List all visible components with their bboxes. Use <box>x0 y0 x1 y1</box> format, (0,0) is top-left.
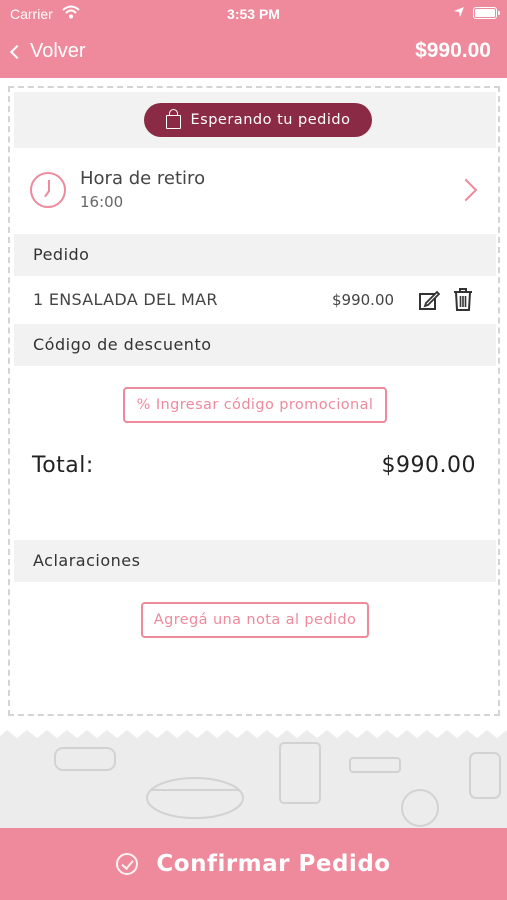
notes-section-header: Aclaraciones <box>14 540 496 582</box>
confirm-order-label: Confirmar Pedido <box>156 851 391 877</box>
navigation-bar: Volver $990.00 <box>0 34 507 70</box>
edit-icon[interactable] <box>418 289 440 311</box>
header-bar: Carrier 3:53 PM Volver $990.00 <box>0 0 507 78</box>
pickup-time: 16:00 <box>80 193 124 211</box>
order-item-price: $990.00 <box>332 291 395 309</box>
confirm-order-button[interactable]: Confirmar Pedido <box>0 828 507 900</box>
order-status-band: Esperando tu pedido <box>14 92 496 148</box>
promo-code-button[interactable]: % Ingresar código promocional <box>123 387 387 423</box>
chevron-left-icon <box>9 44 25 59</box>
clock-time: 3:53 PM <box>227 6 280 22</box>
back-label: Volver <box>30 40 86 62</box>
decorative-background <box>0 728 507 828</box>
check-circle-icon <box>116 853 139 875</box>
location-arrow-icon <box>454 7 464 17</box>
order-status-badge: Esperando tu pedido <box>144 103 372 137</box>
order-ticket: Esperando tu pedido Hora de retiro 16:00… <box>8 86 500 716</box>
status-bar: Carrier 3:53 PM <box>0 0 507 28</box>
header-total: $990.00 <box>415 39 491 62</box>
clock-icon <box>30 172 66 208</box>
chevron-right-icon <box>454 178 478 202</box>
discount-section-header: Código de descuento <box>14 324 496 366</box>
food-doodles <box>54 742 501 827</box>
battery-icon <box>473 7 500 19</box>
total-label: Total: <box>32 453 94 478</box>
back-button[interactable]: Volver <box>9 40 86 63</box>
pickup-title: Hora de retiro <box>80 168 206 189</box>
add-note-button[interactable]: Agregá una nota al pedido <box>141 602 369 638</box>
total-value: $990.00 <box>381 453 476 478</box>
order-section-header: Pedido <box>14 234 496 276</box>
trash-icon[interactable] <box>452 287 474 311</box>
shopping-bag-icon <box>165 109 181 129</box>
order-item-row: 1 ENSALADA DEL MAR $990.00 <box>14 277 496 323</box>
order-status-label: Esperando tu pedido <box>190 112 351 128</box>
pickup-time-row[interactable]: Hora de retiro 16:00 <box>14 148 496 234</box>
order-item-name: 1 ENSALADA DEL MAR <box>33 290 218 309</box>
